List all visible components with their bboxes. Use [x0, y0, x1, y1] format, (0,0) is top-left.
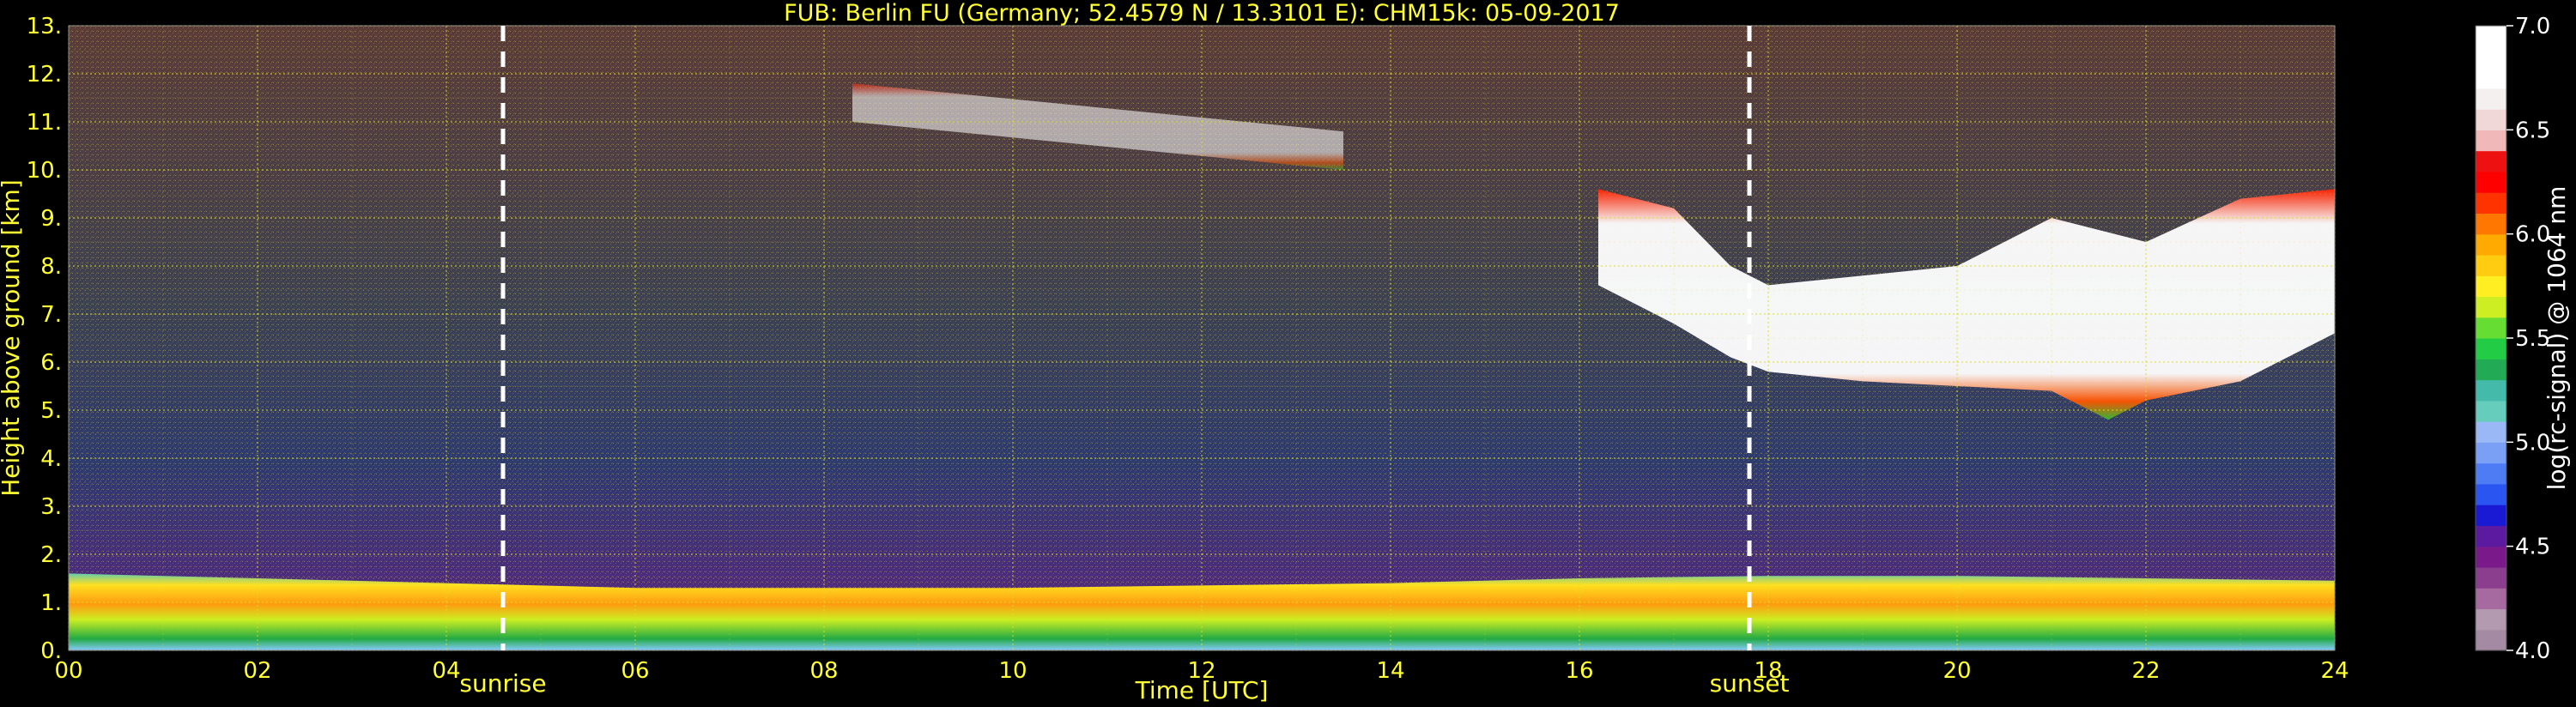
x-tick-label: 24	[2320, 658, 2349, 684]
colorbar-segment	[2476, 88, 2506, 110]
y-tick-label: 9.	[40, 206, 62, 232]
sunset-label: sunset	[1710, 669, 1790, 698]
y-axis-label: Height above ground [km]	[0, 179, 25, 497]
colorbar-segment	[2476, 629, 2506, 651]
colorbar-segment	[2476, 608, 2506, 631]
colorbar-segment	[2476, 421, 2506, 443]
x-tick-label: 16	[1565, 658, 1593, 684]
colorbar-segment	[2476, 505, 2506, 526]
y-tick-label: 10.	[27, 158, 62, 184]
x-tick-label: 08	[809, 658, 838, 684]
x-tick-label: 20	[1943, 658, 1971, 684]
y-tick-label: 6.	[40, 350, 62, 376]
y-tick-label: 5.	[40, 398, 62, 424]
colorbar-segment	[2476, 483, 2506, 505]
colorbar-segment	[2476, 338, 2506, 360]
colorbar-segment	[2476, 588, 2506, 610]
colorbar-segment	[2476, 213, 2506, 235]
y-tick-label: 4.	[40, 446, 62, 472]
colorbar-tick-label: 4.0	[2515, 638, 2550, 664]
colorbar-segment	[2476, 254, 2506, 276]
colorbar-segment	[2476, 442, 2506, 464]
colorbar-segment	[2476, 400, 2506, 422]
colorbar-segment	[2476, 525, 2506, 547]
colorbar-segment	[2476, 233, 2506, 256]
colorbar-segment	[2476, 359, 2506, 381]
x-tick-label: 02	[243, 658, 271, 684]
x-tick-label: 04	[432, 658, 460, 684]
colorbar-tick-label: 4.5	[2515, 535, 2550, 560]
colorbar-segment	[2476, 26, 2506, 47]
y-tick-label: 2.	[40, 542, 62, 568]
colorbar-segment	[2476, 317, 2506, 339]
colorbar-segment	[2476, 546, 2506, 568]
colorbar-segment	[2476, 171, 2506, 193]
colorbar-segment	[2476, 109, 2506, 130]
y-tick-label: 12.	[27, 62, 62, 88]
colorbar-segment	[2476, 150, 2506, 172]
colorbar-segment	[2476, 379, 2506, 402]
x-tick-label: 22	[2131, 658, 2160, 684]
x-tick-label: 10	[998, 658, 1027, 684]
colorbar-segment	[2476, 67, 2506, 89]
colorbar-segment	[2476, 46, 2506, 69]
colorbar-label: log(rc-signal) @ 1064 nm	[2543, 186, 2571, 491]
ceilometer-chart: 00 02 04 06 08 10 12 14 16 18 20 22 240.1.2.3.4.5.6.…	[0, 0, 2571, 704]
colorbar-segment	[2476, 296, 2506, 318]
colorbar-segment	[2476, 462, 2506, 485]
chart-title: FUB: Berlin FU (Germany; 52.4579 N / 13.…	[784, 0, 1620, 27]
y-tick-label: 11.	[27, 110, 62, 136]
colorbar-segment	[2476, 130, 2506, 152]
colorbar-segment	[2476, 566, 2506, 589]
x-axis-label: Time [UTC]	[1135, 676, 1269, 704]
colorbar-segment	[2476, 192, 2506, 214]
y-tick-label: 13.	[27, 14, 62, 39]
y-tick-label: 1.	[40, 590, 62, 616]
colorbar-tick-label: 6.5	[2515, 118, 2550, 143]
y-tick-label: 0.	[40, 638, 62, 664]
sunrise-label: sunrise	[459, 669, 546, 698]
y-tick-label: 7.	[40, 302, 62, 328]
x-tick-label: 06	[621, 658, 649, 684]
y-tick-label: 8.	[40, 254, 62, 280]
colorbar-segment	[2476, 275, 2506, 298]
colorbar-tick-label: 7.0	[2515, 14, 2550, 39]
y-tick-label: 3.	[40, 494, 62, 520]
x-tick-label: 14	[1376, 658, 1404, 684]
